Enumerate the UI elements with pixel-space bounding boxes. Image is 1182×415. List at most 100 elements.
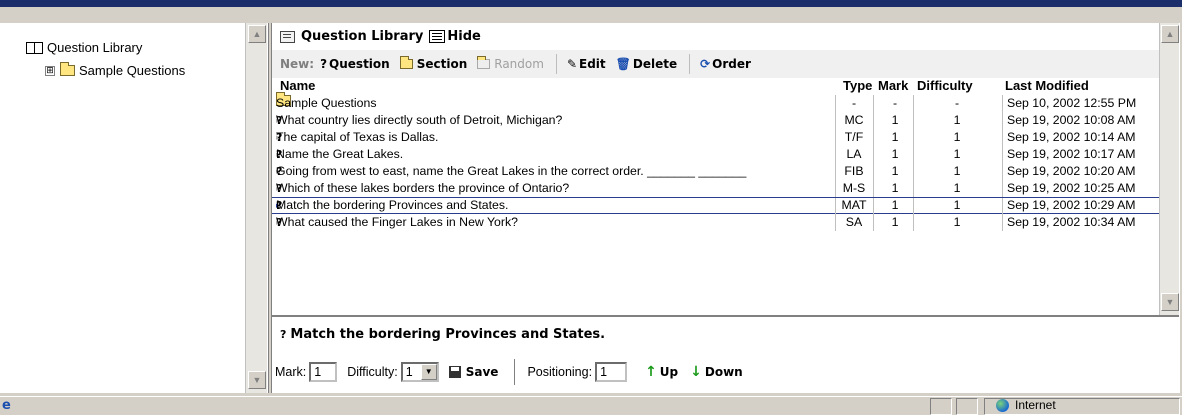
row-type: MC: [844, 113, 864, 127]
toolbar-divider: [555, 54, 557, 74]
column-type[interactable]: Type: [843, 78, 872, 93]
library-title: Question Library: [301, 29, 424, 44]
row-mark: 1: [891, 215, 899, 229]
row-type: MAT: [841, 198, 867, 212]
column-divider: [913, 146, 914, 163]
question-icon: ?: [280, 328, 287, 341]
scroll-down-icon[interactable]: ▼: [1161, 293, 1179, 311]
row-difficulty: 1: [953, 198, 961, 212]
hide-button[interactable]: Hide: [429, 29, 481, 44]
book-icon: [26, 41, 43, 54]
edit-icon: ✎: [566, 57, 577, 71]
new-question-button[interactable]: ? Question: [320, 57, 390, 71]
tree-root-question-library[interactable]: Question Library: [26, 40, 142, 55]
table-scrollbar[interactable]: ▲ ▼: [1159, 23, 1179, 315]
question-table: ▸Sample Questions---Sep 10, 2002 12:55 P…: [272, 92, 1159, 305]
column-divider: [873, 214, 874, 231]
column-divider: [913, 129, 914, 146]
table-row[interactable]: ▸? Which of these lakes borders the provi…: [272, 180, 1159, 197]
scroll-up-icon[interactable]: ▲: [248, 25, 266, 43]
column-divider: [1002, 112, 1003, 129]
tree-root-label: Question Library: [47, 40, 143, 55]
column-mark[interactable]: Mark: [878, 78, 908, 93]
new-random-button[interactable]: Random: [477, 56, 544, 71]
floppy-disk-icon: [448, 366, 461, 378]
column-divider: [873, 146, 874, 163]
library-icon: [280, 30, 295, 43]
scroll-up-icon[interactable]: ▲: [1161, 25, 1179, 43]
mark-label: Mark:: [275, 365, 307, 379]
column-divider: [1002, 95, 1003, 112]
row-name-text: What country lies directly south of Detr…: [276, 113, 563, 127]
row-last-modified: Sep 19, 2002 10:34 AM: [1007, 215, 1136, 229]
column-divider: [873, 112, 874, 129]
edit-button[interactable]: ✎ Edit: [567, 57, 606, 71]
column-divider: [835, 180, 836, 197]
row-type: FIB: [844, 164, 864, 178]
column-name[interactable]: Name: [280, 78, 315, 93]
tree-item-sample-questions[interactable]: ⊞ Sample Questions: [45, 62, 186, 78]
row-type: LA: [846, 147, 862, 161]
row-mark: 1: [891, 164, 899, 178]
tree-pane: Question Library ⊞ Sample Questions ▲ ▼: [0, 23, 269, 393]
new-random-label: Random: [494, 57, 544, 71]
window-top-bar: [0, 0, 1182, 7]
row-last-modified: Sep 19, 2002 10:25 AM: [1007, 181, 1136, 195]
column-last-modified[interactable]: Last Modified: [1005, 78, 1089, 93]
column-divider: [1002, 198, 1003, 215]
folder-icon: [399, 56, 413, 69]
detail-title-text: Match the bordering Provinces and States…: [290, 327, 606, 342]
security-zone: Internet: [996, 398, 1056, 412]
row-name-text: Which of these lakes borders the provinc…: [276, 181, 570, 195]
table-row[interactable]: ▸? What country lies directly south of De…: [272, 112, 1159, 129]
table-row[interactable]: ▸? What caused the Finger Lakes in New Yo…: [272, 214, 1159, 231]
move-up-button[interactable]: ↑ Up: [645, 364, 678, 380]
difficulty-select[interactable]: 1 ▼: [400, 362, 439, 382]
new-label: New:: [280, 57, 315, 71]
mark-input[interactable]: 1: [309, 362, 338, 382]
tree-scrollbar[interactable]: ▲ ▼: [245, 23, 267, 393]
table-row[interactable]: ▸? Match the bordering Provinces and Stat…: [272, 197, 1159, 215]
move-down-button[interactable]: ↓ Down: [690, 364, 743, 380]
column-divider: [913, 214, 914, 231]
column-difficulty[interactable]: Difficulty: [917, 78, 973, 93]
hide-label: Hide: [447, 29, 481, 44]
row-mark: -: [892, 96, 898, 110]
column-divider: [835, 163, 836, 180]
chevron-down-icon[interactable]: ▼: [420, 364, 437, 380]
scroll-down-icon[interactable]: ▼: [248, 371, 266, 389]
order-button[interactable]: ⟳ Order: [700, 57, 751, 71]
row-difficulty: -: [954, 96, 960, 110]
detail-title: ? Match the bordering Provinces and Stat…: [280, 327, 605, 342]
save-button[interactable]: Save: [448, 365, 498, 379]
library-header: Question Library Hide: [272, 23, 1159, 50]
positioning-label: Positioning:: [527, 365, 593, 379]
positioning-input[interactable]: 1: [595, 362, 628, 382]
table-row[interactable]: ▸Sample Questions---Sep 10, 2002 12:55 P…: [272, 92, 1159, 112]
row-last-modified: Sep 19, 2002 10:29 AM: [1007, 198, 1136, 212]
column-divider: [873, 198, 874, 215]
row-mark: 1: [891, 113, 899, 127]
row-name-text: The capital of Texas is Dallas.: [276, 130, 439, 144]
column-divider: [913, 180, 914, 197]
row-mark: 1: [891, 181, 899, 195]
table-row[interactable]: ▸? The capital of Texas is Dallas. T/F 1 1 Se…: [272, 129, 1159, 146]
column-divider: [1002, 146, 1003, 163]
table-row[interactable]: ▸? Name the Great Lakes. LA 1 1 Sep 19, 2002 …: [272, 146, 1159, 163]
status-bar: e Internet: [0, 396, 1182, 415]
row-difficulty: 1: [953, 181, 961, 195]
difficulty-label: Difficulty:: [347, 365, 398, 379]
new-section-button[interactable]: Section: [399, 56, 467, 71]
column-divider: [835, 214, 836, 231]
detail-controls: Mark: 1 Difficulty: 1 ▼ Save Positioning…: [275, 359, 755, 385]
row-difficulty: 1: [953, 215, 961, 229]
globe-icon: [996, 398, 1009, 412]
delete-button[interactable]: 🗑 Delete: [616, 57, 677, 71]
table-row[interactable]: ▸? Going from west to east, name the Grea…: [272, 163, 1159, 180]
column-divider: [873, 180, 874, 197]
row-type: SA: [845, 215, 863, 229]
status-cell: [956, 398, 978, 415]
tree-item-label: Sample Questions: [79, 63, 186, 78]
column-divider: [1002, 180, 1003, 197]
expand-icon[interactable]: ⊞: [45, 65, 55, 76]
